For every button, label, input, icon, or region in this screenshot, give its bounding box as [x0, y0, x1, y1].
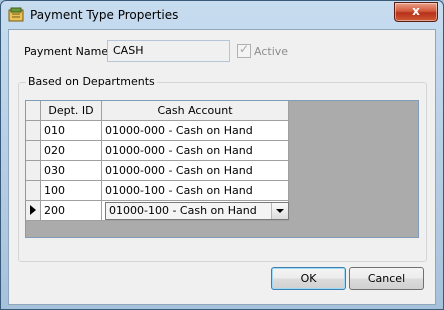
departments-group-label: Based on Departments: [26, 75, 157, 88]
checkmark-icon: ✓: [239, 42, 250, 56]
dept-id-cell[interactable]: 200: [41, 201, 102, 221]
cancel-button[interactable]: Cancel: [349, 267, 424, 290]
cash-account-cell[interactable]: 01000-000 - Cash on Hand: [102, 121, 289, 141]
active-checkbox-label: Active: [254, 45, 289, 58]
title-bar[interactable]: Payment Type Properties x: [1, 1, 443, 29]
table-row[interactable]: 010 01000-000 - Cash on Hand: [26, 121, 418, 141]
grid-corner: [26, 101, 41, 121]
cash-account-dropdown[interactable]: 01000-100 - Cash on Hand: [105, 202, 289, 220]
payment-name-label: Payment Name:: [24, 45, 112, 58]
row-selector[interactable]: [26, 161, 41, 181]
column-header-dept-id[interactable]: Dept. ID: [41, 101, 102, 121]
active-checkbox[interactable]: ✓: [237, 42, 251, 58]
dept-id-cell[interactable]: 020: [41, 141, 102, 161]
departments-grid[interactable]: Dept. ID Cash Account 010 01000-000 - Ca…: [25, 100, 419, 238]
window-title: Payment Type Properties: [30, 8, 179, 22]
payment-name-field[interactable]: CASH: [107, 40, 230, 62]
dialog-body: Payment Name: CASH ✓ Active Based on Dep…: [8, 29, 436, 305]
table-row-current[interactable]: 200 01000-100 - Cash on Hand: [26, 201, 418, 221]
row-selector[interactable]: [26, 201, 41, 221]
ok-button[interactable]: OK: [271, 267, 346, 290]
table-row[interactable]: 100 01000-100 - Cash on Hand: [26, 181, 418, 201]
cash-account-cell[interactable]: 01000-100 - Cash on Hand: [102, 181, 289, 201]
close-button[interactable]: x: [394, 2, 438, 22]
app-icon: [8, 7, 24, 22]
dialog-window: Payment Type Properties x Payment Name: …: [0, 0, 444, 310]
close-icon: x: [412, 4, 420, 18]
dept-id-cell[interactable]: 100: [41, 181, 102, 201]
grid-header-row: Dept. ID Cash Account: [26, 101, 418, 121]
dept-id-cell[interactable]: 030: [41, 161, 102, 181]
row-selector[interactable]: [26, 141, 41, 161]
cash-account-cell[interactable]: 01000-000 - Cash on Hand: [102, 161, 289, 181]
current-row-icon: [30, 205, 36, 215]
chevron-down-icon[interactable]: [271, 203, 288, 219]
row-selector[interactable]: [26, 181, 41, 201]
cash-account-dropdown-value: 01000-100 - Cash on Hand: [109, 204, 257, 217]
dept-id-cell[interactable]: 010: [41, 121, 102, 141]
table-row[interactable]: 030 01000-000 - Cash on Hand: [26, 161, 418, 181]
row-selector[interactable]: [26, 121, 41, 141]
table-row[interactable]: 020 01000-000 - Cash on Hand: [26, 141, 418, 161]
column-header-cash-account[interactable]: Cash Account: [102, 101, 289, 121]
cash-account-cell[interactable]: 01000-000 - Cash on Hand: [102, 141, 289, 161]
